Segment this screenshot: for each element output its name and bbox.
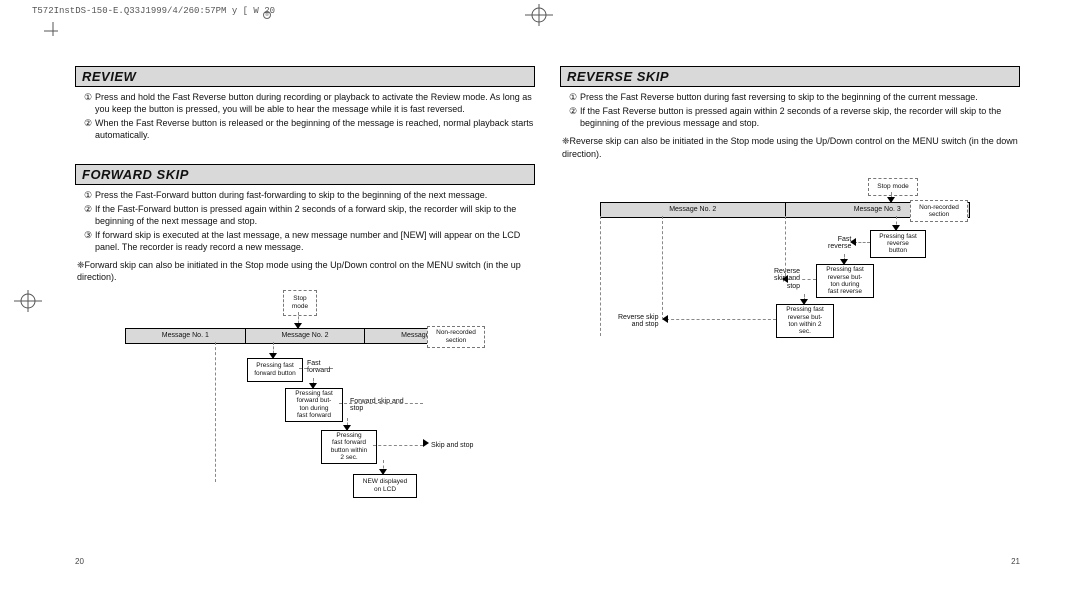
rev-fastreverse-label: Fast reverse [828,236,851,251]
rev-stopmode-box: Stop mode [868,178,918,196]
fwd-pressff-during-box: Pressing fast forward but- ton during fa… [285,388,343,422]
fwdskip-note: ❈Forward skip can also be initiated in t… [77,259,535,283]
num-icon: ③ [81,229,95,253]
fwd-skipstop-label: Forward skip and stop [350,398,404,413]
review-item-2: ② When the Fast Reverse button is releas… [81,117,535,141]
rev-pressfr-box: Pressing fast reverse button [870,230,926,258]
revskip-body: ① Press the Fast Reverse button during f… [560,91,1020,160]
page-right: REVERSE SKIP ① Press the Fast Reverse bu… [560,60,1020,570]
forward-skip-diagram: Stop mode Message No. 1 Message No. 2 Me… [125,290,485,500]
corner-mark-tl [44,22,62,40]
crop-mark-top [525,4,553,26]
num-icon: ① [81,189,95,201]
fwdskip-item-2-text: If the Fast-Forward button is pressed ag… [95,203,535,227]
fwdskip-item-2: ② If the Fast-Forward button is pressed … [81,203,535,227]
num-icon: ① [566,91,580,103]
fwd-nonrec-box: Non-recorded section [427,326,485,348]
review-item-2-text: When the Fast Reverse button is released… [95,117,535,141]
section-review-header: REVIEW [75,66,535,87]
fwd-newlcd-box: NEW displayed on LCD [353,474,417,498]
rev-pressfr-2sec-box: Pressing fast reverse but- ton within 2 … [776,304,834,338]
fwd-skipstop2-label: Skip and stop [431,442,473,450]
reverse-skip-diagram: Stop mode Message No. 2 Message No. 3 No… [600,178,970,378]
num-icon: ② [566,105,580,129]
fwd-msg1: Message No. 1 [126,329,246,343]
revskip-note: ❈Reverse skip can also be initiated in t… [562,135,1020,159]
revskip-item-1: ① Press the Fast Reverse button during f… [566,91,1020,103]
fwd-msg2: Message No. 2 [246,329,366,343]
section-fwdskip-title: FORWARD SKIP [82,167,528,182]
revskip-item-2-text: If the Fast Reverse button is pressed ag… [580,105,1020,129]
fwdskip-body: ① Press the Fast-Forward button during f… [75,189,535,284]
rev-skipstop2-label: Reverse skip and stop [618,314,658,329]
page-number-right: 21 [1011,557,1020,566]
section-revskip-header: REVERSE SKIP [560,66,1020,87]
revskip-item-1-text: Press the Fast Reverse button during fas… [580,91,1020,103]
review-item-1-text: Press and hold the Fast Reverse button d… [95,91,535,115]
file-path-bar: T572InstDS-150-E.Q33J1999/4/260:57PM y [… [32,6,275,16]
section-revskip-title: REVERSE SKIP [567,69,1013,84]
fwdskip-item-3: ③ If forward skip is executed at the las… [81,229,535,253]
section-review-title: REVIEW [82,69,528,84]
revskip-item-2: ② If the Fast Reverse button is pressed … [566,105,1020,129]
review-body: ① Press and hold the Fast Reverse button… [75,91,535,142]
rev-pressfr-during-box: Pressing fast reverse but- ton during fa… [816,264,874,298]
reg-mark: ® [263,11,271,19]
num-icon: ② [81,117,95,141]
fwdskip-item-1: ① Press the Fast-Forward button during f… [81,189,535,201]
fwd-stopmode-box: Stop mode [283,290,317,316]
num-icon: ① [81,91,95,115]
section-fwdskip-header: FORWARD SKIP [75,164,535,185]
rev-nonrec-box: Non-recorded section [910,200,968,222]
fwdskip-item-3-text: If forward skip is executed at the last … [95,229,535,253]
fwd-pressff-box: Pressing fast forward button [247,358,303,382]
page-left: REVIEW ① Press and hold the Fast Reverse… [75,60,535,570]
fwdskip-item-1-text: Press the Fast-Forward button during fas… [95,189,535,201]
num-icon: ② [81,203,95,227]
review-item-1: ① Press and hold the Fast Reverse button… [81,91,535,115]
fwd-pressff-2sec-box: Pressing fast forward button within 2 se… [321,430,377,464]
crop-mark-left [14,290,42,312]
rev-msg2: Message No. 2 [601,203,786,217]
page-number-left: 20 [75,557,84,566]
